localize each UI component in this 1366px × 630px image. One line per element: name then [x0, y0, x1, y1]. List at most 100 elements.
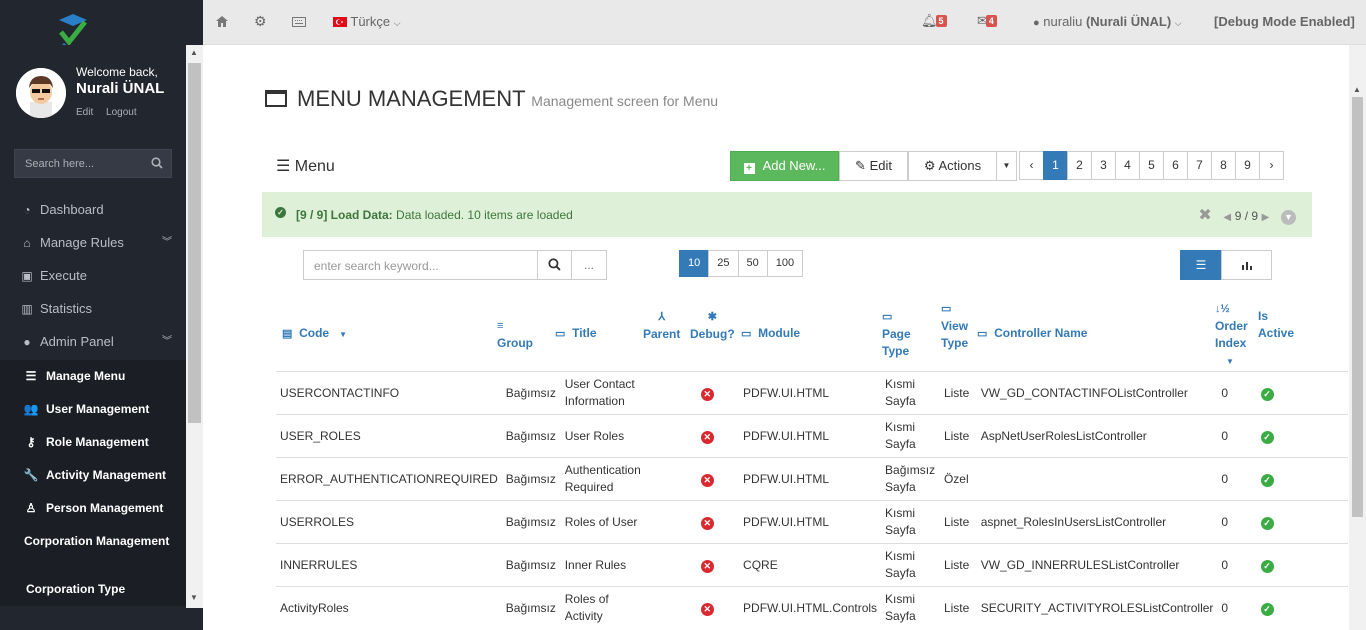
- sidebar-item-role-management[interactable]: ⚷ Role Management: [0, 426, 186, 459]
- gear-icon: ⚙: [923, 158, 936, 173]
- page-size-10[interactable]: 10: [679, 250, 710, 277]
- turkey-flag-icon: [333, 17, 347, 27]
- data-table: USERCONTACTINFO Bağımsız User Contact Info…: [276, 371, 1348, 630]
- sidebar-item-user-management[interactable]: 👥 User Management: [0, 393, 186, 426]
- gear-icon[interactable]: ⚙: [254, 13, 267, 30]
- logout-link[interactable]: Logout: [106, 107, 137, 118]
- cell-code: USER_ROLES: [276, 414, 502, 458]
- actions-button[interactable]: ⚙ Actions: [908, 151, 997, 181]
- search-button[interactable]: [537, 250, 572, 280]
- page-size-100[interactable]: 100: [766, 250, 804, 277]
- sidebar-item-admin-panel[interactable]: ● Admin Panel ︾: [0, 327, 186, 360]
- alert-message: Data loaded. 10 items are loaded: [396, 208, 573, 222]
- cell-debug: ✕: [690, 586, 740, 630]
- table-row[interactable]: ActivityRoles Bağımsız Roles of Activity ✕ P…: [276, 586, 1348, 630]
- edit-profile-link[interactable]: Edit: [76, 107, 93, 118]
- chevron-double-down-icon: ︾: [162, 336, 172, 347]
- sitemap-icon: ⅄: [658, 311, 666, 323]
- page-size-25[interactable]: 25: [708, 250, 739, 277]
- page-size-selector: 10 25 50 100: [679, 250, 804, 277]
- sort-desc-icon: ▼: [1226, 357, 1234, 366]
- sidebar-item-statistics[interactable]: ▥ Statistics: [0, 294, 186, 327]
- actions-dropdown-toggle[interactable]: ▼: [996, 151, 1017, 181]
- column-header-debug[interactable]: ✱ Debug?: [690, 308, 735, 343]
- sidebar-item-corporation-type[interactable]: Corporation Type: [0, 573, 186, 606]
- pagination-page-4[interactable]: 4: [1115, 151, 1140, 180]
- pagination-page-3[interactable]: 3: [1091, 151, 1116, 180]
- times-circle-icon: ✕: [700, 516, 714, 530]
- pagination-page-5[interactable]: 5: [1139, 151, 1164, 180]
- table-row[interactable]: INNERRULES Bağımsız Inner Rules ✕ CQRE Kısmi …: [276, 543, 1348, 587]
- pagination-page-9[interactable]: 9: [1235, 151, 1260, 180]
- pagination-next[interactable]: ›: [1259, 151, 1284, 180]
- pagination-page-7[interactable]: 7: [1187, 151, 1212, 180]
- column-header-controller-name[interactable]: ▭ Controller Name: [977, 325, 1087, 343]
- collapse-circle-icon[interactable]: ▼: [1281, 210, 1296, 225]
- cell-parent: [648, 371, 691, 415]
- messages-count-badge: 4: [985, 15, 997, 27]
- column-header-parent[interactable]: ⅄ Parent: [643, 308, 680, 343]
- keyboard-icon[interactable]: [292, 15, 306, 30]
- column-header-label: Order Index: [1215, 319, 1248, 350]
- cell-page-type: Bağımsız Sayfa: [881, 457, 940, 501]
- column-header-code[interactable]: ▤ Code ▼: [282, 325, 347, 343]
- keyword-search-input[interactable]: enter search keyword...: [303, 250, 538, 280]
- chart-view-button[interactable]: [1221, 250, 1272, 280]
- prev-message-icon[interactable]: ◀: [1223, 212, 1231, 223]
- pagination-page-8[interactable]: 8: [1211, 151, 1236, 180]
- search-icon[interactable]: [151, 157, 163, 172]
- close-icon[interactable]: ✖: [1198, 207, 1211, 224]
- pagination-prev[interactable]: ‹: [1019, 151, 1044, 180]
- scroll-up-icon[interactable]: ▲: [190, 48, 198, 57]
- sidebar-item-manage-menu[interactable]: ☰ Manage Menu: [0, 360, 186, 393]
- sidebar-item-execute[interactable]: ▣ Execute: [0, 261, 186, 294]
- status-alert: ✓ [9 / 9] Load Data: Data loaded. 10 ite…: [262, 192, 1312, 237]
- cell-group: Bağımsız: [501, 543, 561, 587]
- pagination-page-6[interactable]: 6: [1163, 151, 1188, 180]
- column-header-group[interactable]: ≡ Group: [497, 317, 533, 352]
- page-size-50[interactable]: 50: [737, 250, 768, 277]
- user-menu[interactable]: ● nuraliu (Nurali ÜNAL) ⌵: [1033, 14, 1182, 29]
- pagination: ‹ 1 2 3 4 5 6 7 8 9 ›: [1019, 151, 1284, 180]
- column-header-is-active[interactable]: Is Active: [1258, 308, 1296, 342]
- advanced-search-button[interactable]: ...: [571, 250, 607, 280]
- cell-debug: ✕: [690, 500, 740, 544]
- column-header-page-type[interactable]: ▭ Page Type: [882, 308, 922, 360]
- main-scrollbar[interactable]: ▲: [1349, 45, 1366, 630]
- list-view-button[interactable]: ☰: [1180, 250, 1222, 280]
- top-navbar: ⚙ Türkçe ⌵ 🔔︎5 ✉4 ● nuraliu (Nurali ÜNAL…: [203, 0, 1366, 45]
- sidebar-scrollbar[interactable]: ▲ ▼: [186, 45, 203, 608]
- messages-button[interactable]: ✉4: [977, 13, 997, 29]
- column-header-module[interactable]: ▭ Module: [741, 325, 800, 343]
- add-new-button[interactable]: + Add New...: [730, 151, 839, 181]
- sidebar-item-dashboard[interactable]: ◔ Dashboard: [0, 195, 186, 228]
- cell-title: Inner Rules: [560, 543, 649, 587]
- table-row[interactable]: USERROLES Bağımsız Roles of User ✕ PDFW.UI.H…: [276, 500, 1348, 544]
- cell-order: 0: [1217, 586, 1257, 630]
- table-row[interactable]: ERROR_AUTHENTICATIONREQUIRED Bağımsız Auth…: [276, 457, 1348, 501]
- next-message-icon[interactable]: ▶: [1262, 212, 1270, 223]
- pagination-page-2[interactable]: 2: [1067, 151, 1092, 180]
- scroll-up-icon[interactable]: ▲: [1353, 85, 1361, 94]
- table-row[interactable]: USER_ROLES Bağımsız User Roles ✕ PDFW.UI.HTM…: [276, 414, 1348, 458]
- column-header-title[interactable]: ▭ Title: [555, 325, 597, 343]
- scroll-down-icon[interactable]: ▼: [190, 593, 198, 602]
- main-scrollbar-thumb[interactable]: [1352, 97, 1363, 517]
- sidebar-item-activity-management[interactable]: 🔧 Activity Management: [0, 459, 186, 492]
- sidebar-item-corporation-management[interactable]: Corporation Management: [0, 525, 186, 573]
- language-selector[interactable]: Türkçe ⌵: [333, 14, 401, 29]
- sidebar-search-input[interactable]: Search here...: [14, 149, 172, 178]
- edit-button[interactable]: ✎ Edit: [839, 151, 908, 181]
- column-header-view-type[interactable]: ▭ View Type: [941, 300, 973, 352]
- cell-controller: [976, 457, 1218, 501]
- sidebar-item-manage-rules[interactable]: ⌂ Manage Rules ︾: [0, 228, 186, 261]
- cell-view-type: Özel: [939, 457, 977, 501]
- column-header-order-index[interactable]: ↓½ Order Index ▼: [1215, 300, 1253, 370]
- sidebar-scrollbar-thumb[interactable]: [188, 63, 201, 423]
- sidebar-item-person-management[interactable]: ♙ Person Management: [0, 492, 186, 525]
- table-row[interactable]: USERCONTACTINFO Bağımsız User Contact Info…: [276, 371, 1348, 415]
- home-icon[interactable]: [216, 15, 228, 30]
- notifications-button[interactable]: 🔔︎5: [921, 13, 947, 29]
- section-title: ☰ Menu: [276, 156, 335, 176]
- pagination-page-1[interactable]: 1: [1043, 151, 1068, 180]
